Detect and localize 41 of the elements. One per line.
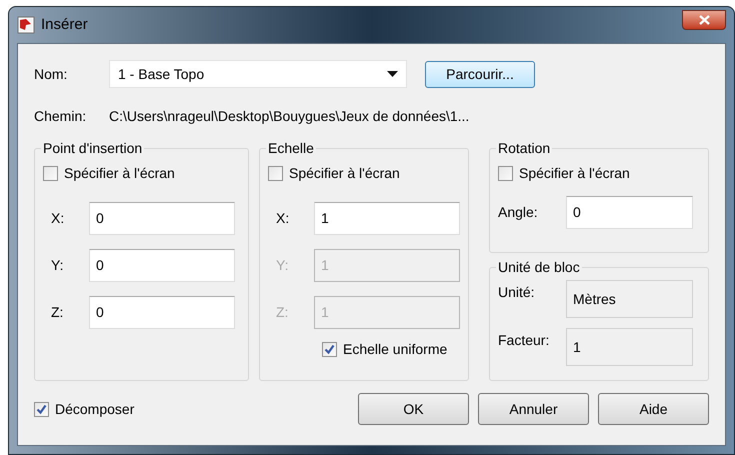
name-dropdown[interactable]: 1 - Base Topo — [109, 60, 407, 88]
field-label: Unité: — [498, 283, 536, 302]
input-field[interactable]: 0 — [89, 296, 235, 329]
app-icon — [17, 16, 35, 34]
path-label: Chemin: — [34, 106, 88, 126]
field-label: Y: — [51, 256, 64, 275]
input-field[interactable]: 1 — [314, 202, 460, 235]
checkbox[interactable] — [34, 402, 49, 416]
dialog-button[interactable]: Annuler — [478, 393, 589, 425]
field-label: Angle: — [498, 203, 539, 222]
checkbox[interactable] — [322, 342, 337, 357]
dialog-button[interactable]: OK — [358, 393, 469, 425]
field-label: X: — [51, 209, 66, 228]
field-label: Facteur: — [498, 331, 550, 350]
readonly-field: Mètres — [566, 280, 693, 318]
checkmark-icon — [324, 344, 335, 355]
dropdown-arrow-icon — [387, 71, 398, 77]
checkbox[interactable] — [498, 166, 513, 181]
field-label: Y: — [276, 256, 290, 275]
input-field[interactable]: 0 — [566, 196, 693, 229]
checkbox-label: Spécifier à l'écran — [519, 164, 630, 183]
field-label: Z: — [51, 303, 64, 322]
input-field[interactable]: 0 — [89, 202, 235, 235]
close-icon — [698, 15, 710, 25]
close-button[interactable] — [682, 10, 726, 30]
path-value: C:\Users\nrageul\Desktop\Bouygues\Jeux de données\1... — [109, 106, 470, 126]
checkbox[interactable] — [43, 166, 58, 181]
checkbox-label: Spécifier à l'écran — [64, 164, 175, 183]
dialog-button[interactable]: Aide — [598, 393, 709, 425]
browse-button[interactable]: Parcourir... — [425, 60, 535, 88]
checkbox-label: Décomposer — [55, 400, 134, 419]
checkbox-label: Spécifier à l'écran — [289, 164, 400, 183]
checkbox-label: Echelle uniforme — [343, 340, 448, 359]
readonly-field: 1 — [566, 328, 693, 366]
name-label: Nom: — [34, 64, 68, 84]
field-label: Z: — [276, 303, 290, 322]
input-field[interactable]: 0 — [89, 249, 235, 282]
checkbox[interactable] — [268, 166, 283, 181]
checkmark-icon — [36, 404, 47, 414]
field-label: X: — [276, 209, 290, 228]
window-title: Insérer — [41, 14, 88, 35]
